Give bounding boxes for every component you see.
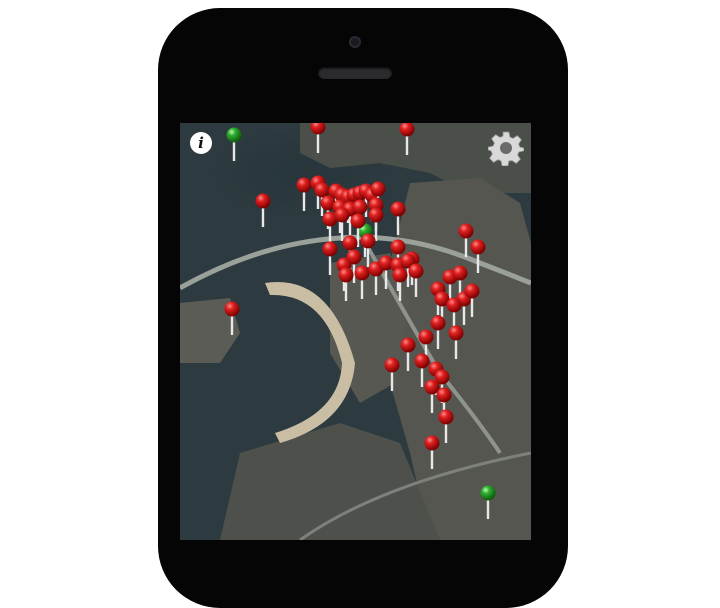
pin-head [470,239,486,255]
satellite-map[interactable] [180,123,531,540]
red-map-pin[interactable] [255,193,271,228]
pin-head [480,485,496,501]
pin-head [408,263,424,279]
pin-head [390,239,406,255]
pin-head [360,233,376,249]
pin-head [464,283,480,299]
phone-screen: i [180,123,531,540]
pin-head [226,127,242,143]
pin-head [414,353,430,369]
pin-head [390,201,406,217]
pin-head [334,207,350,223]
pin-head [438,409,454,425]
pin-head [392,267,408,283]
pin-head [430,315,446,331]
green-map-pin[interactable] [226,127,242,162]
front-camera [349,36,361,48]
pin-head [296,177,312,193]
pin-head [452,265,468,281]
pin-head [338,267,354,283]
pin-head [350,213,366,229]
pin-head [322,241,338,257]
pin-head [255,193,271,209]
pin-head [436,387,452,403]
info-button[interactable]: i [190,132,212,154]
pin-head [424,435,440,451]
pin-head [400,337,416,353]
gear-icon[interactable] [488,130,524,166]
pin-head [368,207,384,223]
pin-head [446,297,462,313]
pin-head [448,325,464,341]
red-map-pin[interactable] [296,177,312,212]
earpiece-speaker [318,67,392,79]
pin-head [418,329,434,345]
pin-head [354,265,370,281]
pin-head [342,235,358,251]
pin-head [458,223,474,239]
pin-head [224,301,240,317]
pin-head [352,199,368,215]
pin-head [370,181,386,197]
pin-head [314,182,330,198]
pin-head [384,357,400,373]
